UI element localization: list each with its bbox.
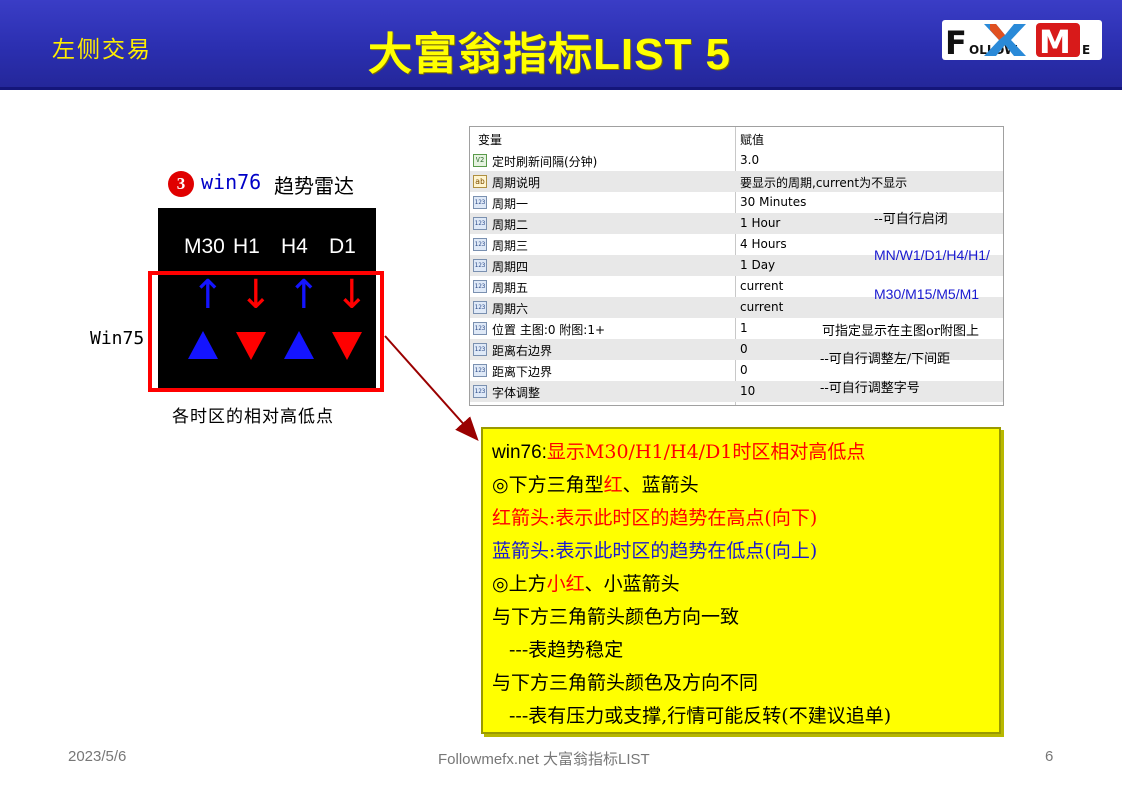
param-value[interactable]: 0 (740, 342, 748, 356)
margin-hint: --可自行调整左/下间距 (820, 352, 951, 367)
param-value[interactable]: 10 (740, 384, 755, 398)
note-text: 、蓝箭头 (622, 474, 699, 496)
note-line: win76:显示M30/H1/H4/D1时区相对高低点 (492, 437, 865, 464)
param-name: 周期二 (492, 218, 529, 232)
explanation-note: win76:显示M30/H1/H4/D1时区相对高低点 ◎下方三角型红、蓝箭头 … (481, 427, 1001, 734)
periods-list-1: MN/W1/D1/H4/H1/ (874, 247, 990, 263)
param-name: 定时刷新间隔(分钟) (492, 155, 598, 169)
param-name: 周期六 (492, 302, 529, 316)
param-name: 周期五 (492, 281, 529, 295)
note-line: ◎下方三角型红、蓝箭头 (492, 470, 699, 497)
param-name: 距离右边界 (492, 344, 553, 358)
param-value[interactable]: current (740, 300, 783, 314)
note-text: ◎上方 (492, 573, 547, 595)
param-name: 周期说明 (492, 176, 541, 190)
note-line: 与下方三角箭头颜色方向一致 (492, 606, 740, 628)
note-line: 蓝箭头:表示此时区的趋势在低点(向上) (492, 540, 818, 562)
integer-type-icon: 123 (473, 364, 487, 377)
param-value[interactable]: current (740, 279, 783, 293)
table-row[interactable]: ab 周期说明 要显示的周期,current为不显示 (470, 171, 1003, 192)
note-text: 显示M30/H1/H4/D1时区相对高低点 (546, 441, 866, 463)
integer-type-icon: 123 (473, 259, 487, 272)
string-type-icon: ab (473, 175, 487, 188)
param-value[interactable]: 3.0 (740, 153, 759, 167)
note-line: ---表趋势稳定 (509, 639, 624, 661)
param-name: 距离下边界 (492, 365, 553, 379)
enable-hint: --可自行启闭 (874, 212, 948, 227)
integer-type-icon: 123 (473, 301, 487, 314)
integer-type-icon: 123 (473, 322, 487, 335)
param-value[interactable]: 1 Day (740, 258, 775, 272)
note-text: 小红 (546, 573, 585, 595)
param-name: 周期一 (492, 197, 529, 211)
font-hint: --可自行调整字号 (820, 381, 920, 396)
param-value[interactable]: 1 (740, 321, 748, 335)
integer-type-icon: 123 (473, 217, 487, 230)
integer-type-icon: 123 (473, 343, 487, 356)
param-value[interactable]: 要显示的周期,current为不显示 (740, 174, 907, 191)
table-row[interactable]: V2 定时刷新间隔(分钟) 3.0 (470, 150, 1003, 171)
table-header: 变量 赋值 (470, 127, 1003, 148)
param-name: 周期三 (492, 239, 529, 253)
note-indicator-name: win76: (492, 442, 547, 463)
note-text: ◎下方三角型 (492, 474, 604, 496)
footer-source: Followmefx.net 大富翁指标LIST (438, 751, 650, 768)
param-name: 周期四 (492, 260, 529, 274)
integer-type-icon: 123 (473, 238, 487, 251)
param-value[interactable]: 1 Hour (740, 216, 780, 230)
page-number: 6 (1045, 748, 1054, 765)
note-line: ---表有压力或支撑,行情可能反转(不建议追单) (509, 705, 892, 727)
param-value[interactable]: 30 Minutes (740, 195, 806, 209)
header-variable: 变量 (478, 133, 503, 147)
note-line: 与下方三角箭头颜色及方向不同 (492, 672, 759, 694)
note-line: ◎上方小红、小蓝箭头 (492, 569, 680, 596)
integer-type-icon: 123 (473, 280, 487, 293)
param-value[interactable]: 4 Hours (740, 237, 787, 251)
note-text: 红 (603, 474, 623, 496)
header-value: 赋值 (740, 133, 765, 147)
double-type-icon: V2 (473, 154, 487, 167)
param-name: 位置 主图:0 附图:1+ (492, 323, 606, 337)
table-row[interactable]: 123 字体调整 10 (470, 381, 1003, 402)
note-text: 、小蓝箭头 (584, 573, 680, 595)
param-name: 字体调整 (492, 386, 541, 400)
integer-type-icon: 123 (473, 385, 487, 398)
footer-date: 2023/5/6 (68, 748, 127, 765)
position-hint: 可指定显示在主图or附图上 (822, 324, 980, 339)
param-value[interactable]: 0 (740, 363, 748, 377)
note-line: 红箭头:表示此时区的趋势在高点(向下) (492, 507, 818, 529)
integer-type-icon: 123 (473, 196, 487, 209)
periods-list-2: M30/M15/M5/M1 (874, 286, 980, 302)
